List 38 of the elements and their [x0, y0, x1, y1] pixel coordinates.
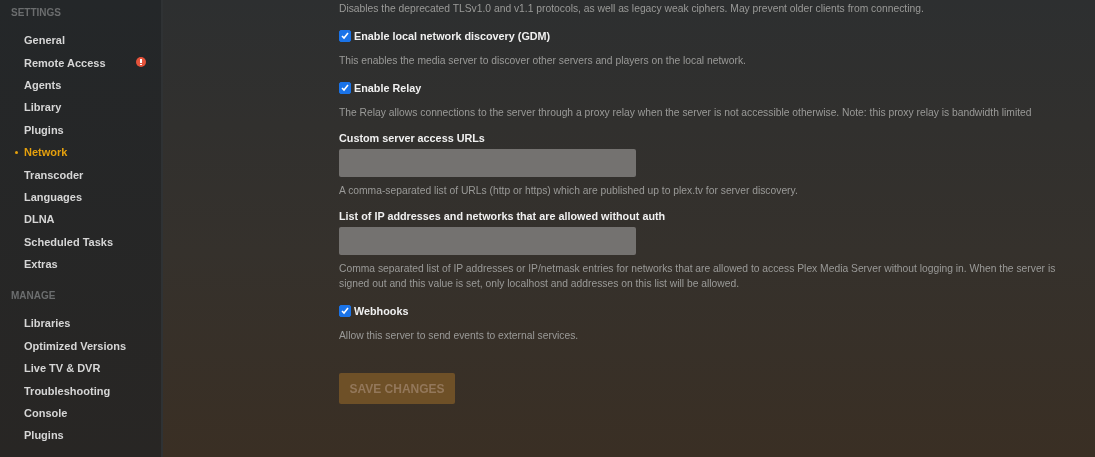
setting-checkbox[interactable]: Enable local network discovery (GDM)	[339, 28, 1095, 44]
field-label: List of IP addresses and networks that are allowed without auth	[339, 210, 667, 222]
checkbox[interactable]	[339, 305, 351, 317]
sidebar-item[interactable]: Optimized Versions	[0, 334, 161, 358]
setting-description: A comma-separated list of URLs (http or https) which are published up to plex.tv for server discovery.	[339, 184, 799, 198]
field-label: Custom server access URLs	[339, 132, 486, 144]
sidebar-item[interactable]: Transcoder	[0, 163, 161, 186]
setting-description: Disables the deprecated TLSv1.0 and v1.1 protocols, as well as legacy weak ciphers. May prevent older clients from connecting.	[339, 2, 925, 16]
checkbox-label: Enable Relay	[354, 82, 422, 94]
sidebar-item[interactable]: DLNA	[0, 208, 161, 231]
sidebar-item[interactable]: Library	[0, 96, 161, 119]
section-heading: MANAGE	[10, 289, 57, 304]
sidebar-item[interactable]: Scheduled Tasks	[0, 230, 161, 253]
sidebar-item[interactable]: Network	[0, 140, 161, 164]
setting-checkbox[interactable]: Webhooks	[339, 303, 1095, 319]
input-field[interactable]	[339, 227, 636, 255]
sidebar-item[interactable]: Plugins	[0, 118, 161, 141]
setting-checkbox[interactable]: Enable Relay	[339, 80, 1095, 96]
checkbox-label: Enable local network discovery (GDM)	[354, 30, 551, 42]
checkbox-label: Webhooks	[354, 305, 409, 317]
sidebar-item[interactable]: Agents	[0, 73, 161, 97]
setting-description: Allow this server to send events to external services.	[339, 329, 580, 343]
sidebar-item[interactable]: Console	[0, 401, 161, 425]
setting-description: Comma separated list of IP addresses or IP/netmask entries for networks that are allowed to access Plex Media Server without logging in. When the server is signed out and this value is set, only localhost and addresses on this list will be allowed.	[339, 262, 1057, 291]
sidebar-item[interactable]: Troubleshooting	[0, 379, 161, 402]
checkbox[interactable]	[339, 82, 351, 94]
sidebar-item[interactable]: Libraries	[0, 312, 161, 335]
section-heading: SETTINGS	[10, 6, 62, 20]
setting-description: The Relay allows connections to the server through a proxy relay when the server is not accessible otherwise. Note: this proxy relay is bandwidth limited	[339, 106, 1033, 120]
sidebar-item[interactable]: Languages	[0, 185, 161, 209]
input-field[interactable]	[339, 149, 636, 177]
sidebar-item[interactable]: Plugins	[0, 424, 161, 447]
sidebar-item[interactable]: Extras	[0, 252, 161, 276]
checkbox[interactable]	[339, 30, 351, 42]
sidebar-item[interactable]: Live TV & DVR	[0, 357, 161, 380]
setting-description: This enables the media server to discover other servers and players on the local network.	[339, 54, 747, 68]
sidebar-item[interactable]: Remote Access	[0, 51, 161, 74]
sidebar-item[interactable]: General	[0, 29, 161, 52]
